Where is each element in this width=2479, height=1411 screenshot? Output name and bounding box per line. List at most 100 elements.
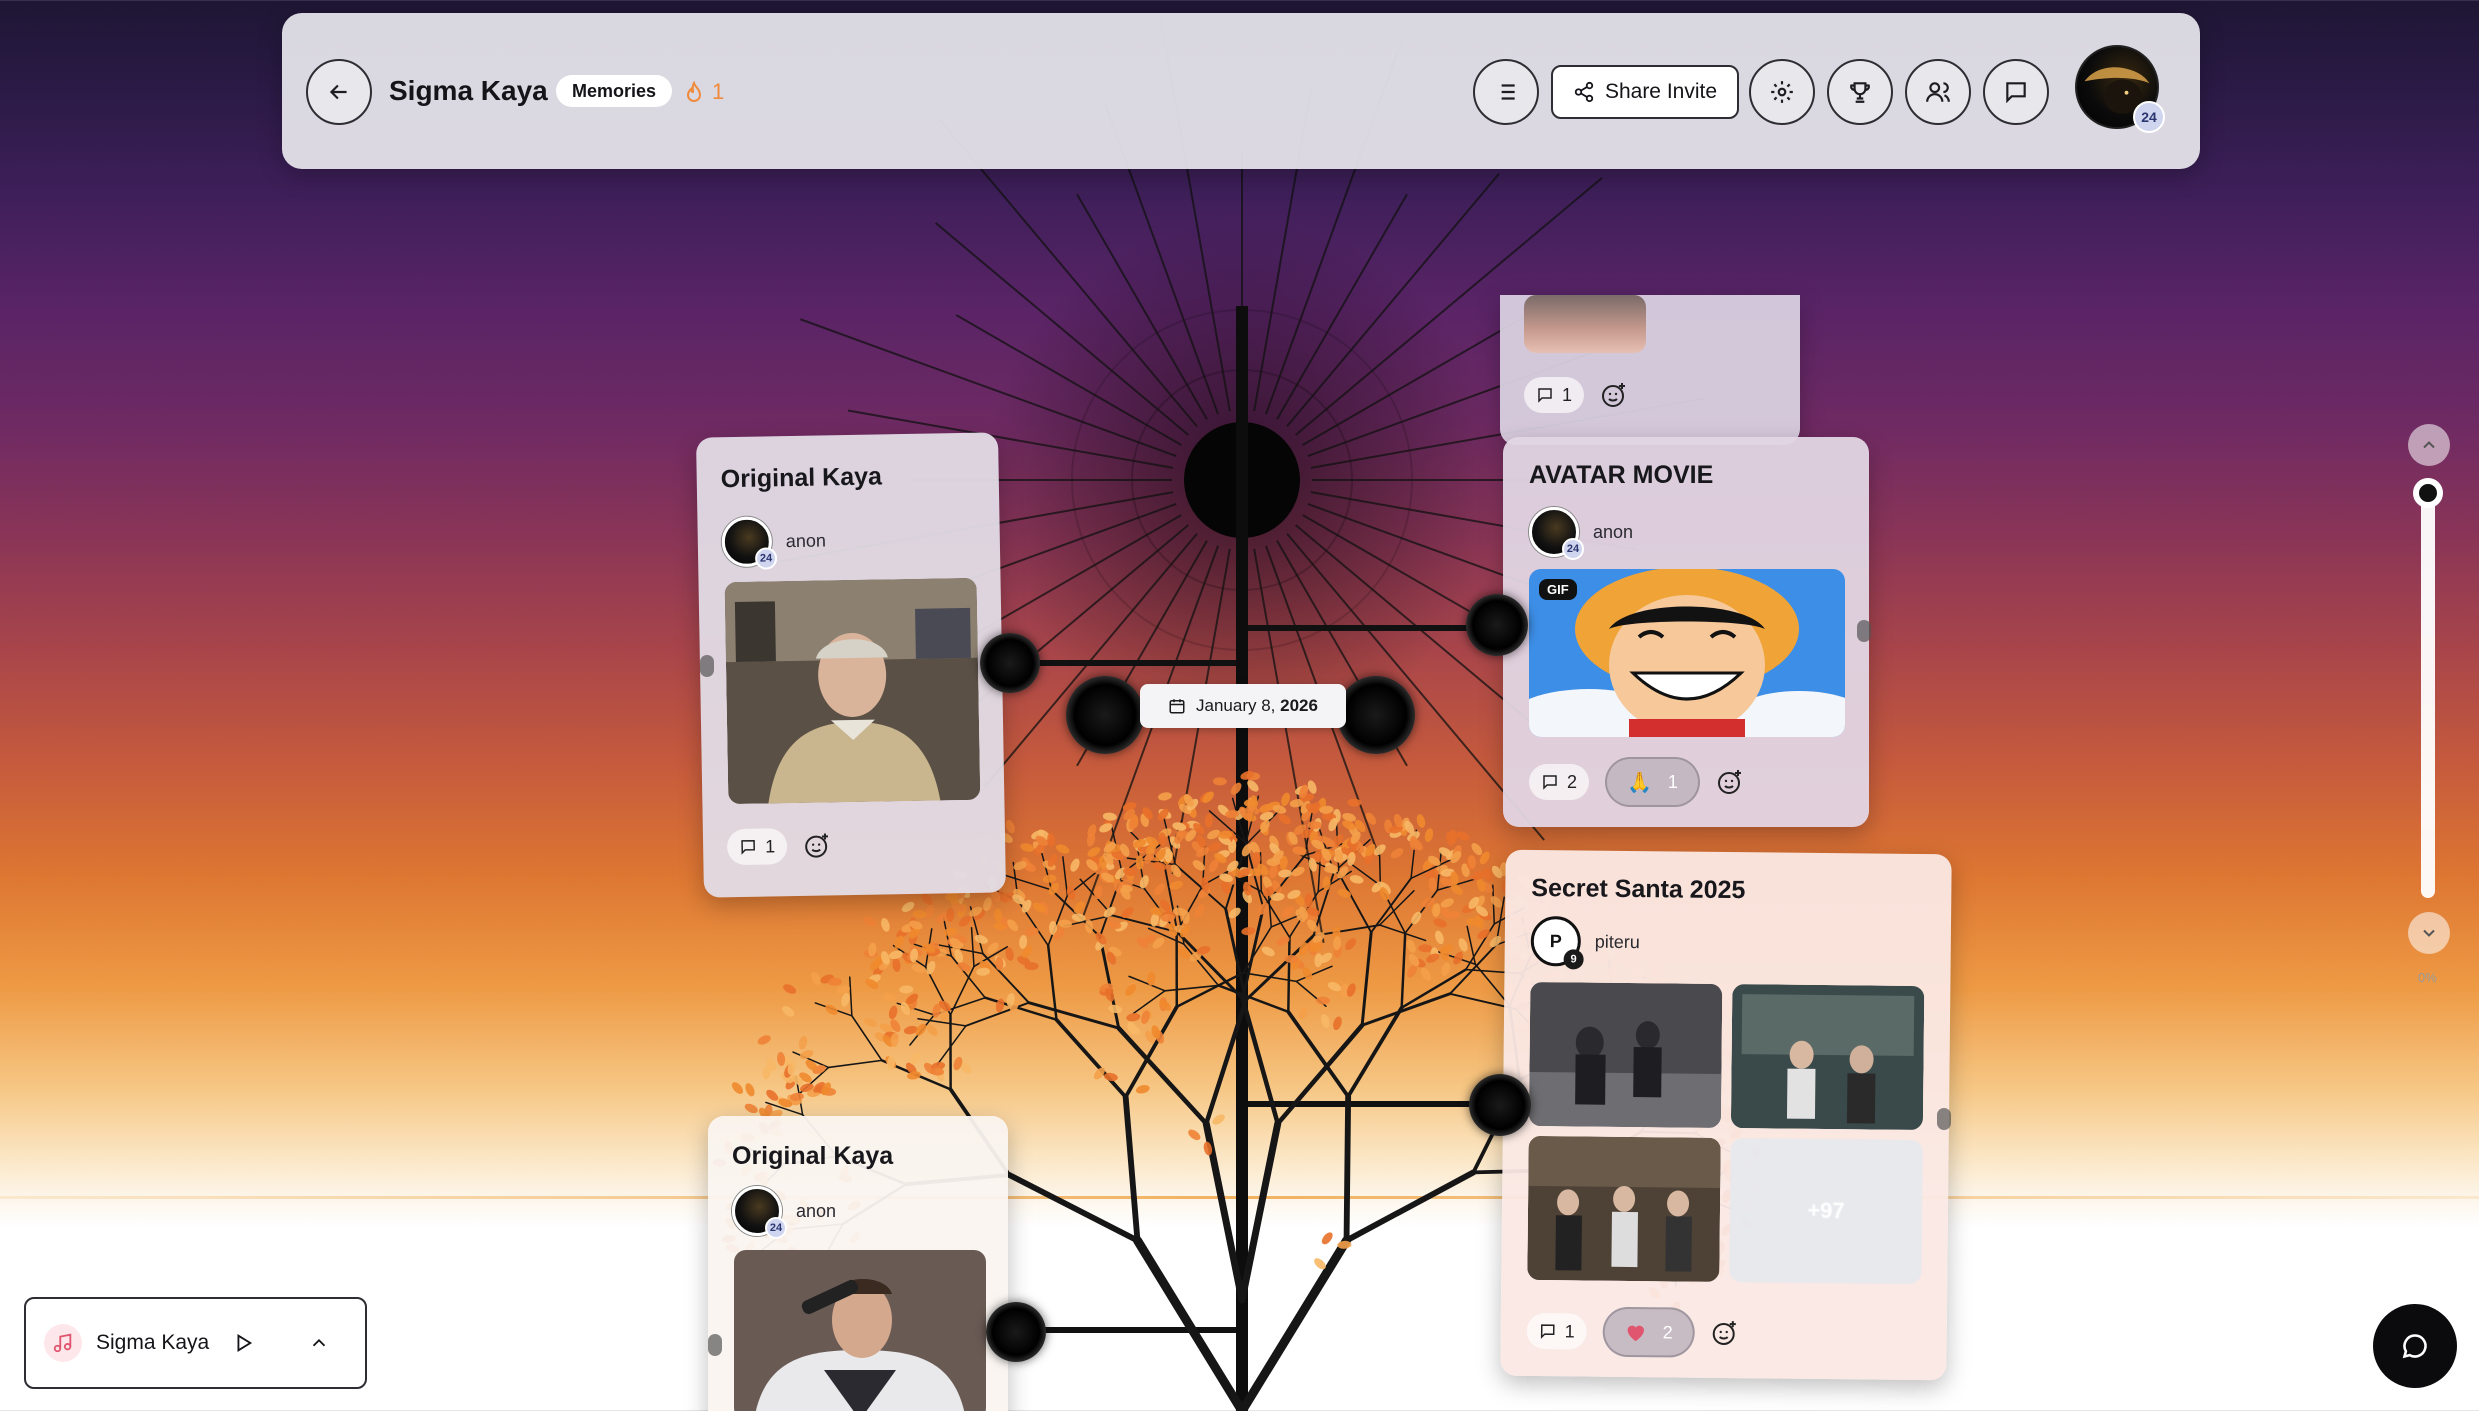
comments-button[interactable]: 2 [1529, 764, 1590, 800]
card-author[interactable]: 24 anon [721, 515, 827, 570]
author-avatar: P 9 [1530, 915, 1584, 970]
comment-icon [741, 839, 755, 855]
list-icon [1497, 84, 1515, 100]
card-author[interactable]: 24 anon [1529, 507, 1634, 560]
memories-badge: Memories [556, 75, 673, 107]
card-photo[interactable] [1528, 981, 1723, 1128]
list-view-button[interactable] [1473, 59, 1539, 125]
author-name: piteru [1594, 931, 1640, 952]
scroll-down-button[interactable] [2408, 912, 2450, 954]
comment-count: 1 [1562, 384, 1573, 405]
arrow-left-icon [329, 84, 347, 100]
card-author[interactable]: 24 anon [732, 1186, 836, 1239]
add-reaction-icon[interactable] [1711, 1319, 1739, 1347]
add-reaction-icon[interactable] [1600, 381, 1628, 409]
card-photo[interactable] [1527, 1135, 1721, 1282]
play-icon[interactable] [232, 1332, 254, 1354]
flame-icon [686, 81, 702, 102]
card-photo[interactable] [1730, 984, 1925, 1131]
top-header-bar: Sigma Kaya Memories 1 Share Invite 24 [282, 13, 2200, 169]
streak-count: 1 [712, 79, 725, 104]
author-name: anon [785, 529, 827, 551]
chevron-up-icon [2423, 441, 2435, 449]
comment-icon [1540, 1324, 1555, 1339]
author-count-badge: 24 [1562, 538, 1584, 560]
comment-icon [1538, 388, 1552, 403]
memory-card-secret-santa[interactable]: Secret Santa 2025 P 9 piteru +97 1 2 [1500, 849, 1952, 1381]
memory-card-partial[interactable]: 1 [1500, 295, 1800, 445]
comment-icon [1543, 775, 1557, 790]
streak-indicator: 1 [684, 79, 724, 105]
card-gif[interactable]: GIF [1529, 569, 1845, 737]
chat-button[interactable] [2373, 1304, 2457, 1388]
date-text: January 8, 2026 [1196, 696, 1318, 715]
chevron-up-icon[interactable] [308, 1332, 330, 1354]
card-connector-nub [700, 655, 714, 677]
photo-person-image [734, 1250, 986, 1411]
author-name: anon [1593, 521, 1634, 542]
card-connector-nub [1857, 620, 1871, 642]
author-avatar: 24 [721, 516, 778, 570]
gif-badge: GIF [1539, 579, 1577, 600]
card-title: AVATAR MOVIE [1529, 461, 1714, 489]
author-count-badge: 24 [754, 547, 778, 570]
user-count-badge: 24 [2133, 101, 2165, 133]
reaction-pill[interactable]: 2 [1602, 1306, 1696, 1358]
card-photo[interactable] [734, 1250, 986, 1411]
reaction-count: 1 [1667, 771, 1678, 792]
trophy-icon [1850, 82, 1870, 103]
more-photos-tile[interactable]: +97 [1729, 1138, 1923, 1285]
timeline-node[interactable] [986, 1302, 1046, 1362]
memory-tree-canvas: Sigma Kaya Memories 1 Share Invite 24 1 … [0, 0, 2479, 1411]
card-title: Original Kaya [720, 462, 883, 494]
comments-button[interactable]: 1 [1524, 377, 1585, 413]
memory-card-original-kaya-2[interactable]: Original Kaya 24 anon [708, 1116, 1008, 1411]
photo-group-image [1730, 984, 1925, 1131]
share-invite-label: Share Invite [1604, 80, 1718, 103]
timeline-node[interactable] [1466, 594, 1528, 656]
music-note-icon [44, 1324, 82, 1362]
message-square-icon [2006, 82, 2026, 104]
pray-emoji-icon: 🙏 [1627, 771, 1652, 794]
comments-button[interactable]: 1 [1526, 1312, 1587, 1350]
add-reaction-icon[interactable] [1716, 768, 1744, 796]
share-invite-button[interactable]: Share Invite [1551, 65, 1739, 119]
page-title: Sigma Kaya [389, 75, 548, 106]
add-reaction-icon[interactable] [803, 831, 831, 859]
author-avatar: 24 [732, 1186, 787, 1239]
messages-button[interactable] [1983, 59, 2049, 125]
author-initial: P [1549, 930, 1562, 951]
card-connector-nub [708, 1334, 722, 1356]
user-avatar[interactable]: 24 [2075, 45, 2165, 133]
timeline-node[interactable] [1066, 676, 1144, 754]
timeline-scroll-handle[interactable] [2413, 478, 2443, 508]
calendar-icon [1169, 699, 1185, 714]
memory-card-original-kaya[interactable]: Original Kaya 24 anon 1 [696, 432, 1006, 898]
chevron-down-icon [2423, 929, 2435, 937]
card-photo[interactable] [724, 577, 981, 805]
timeline-node[interactable] [1337, 676, 1415, 754]
card-author[interactable]: P 9 piteru [1530, 915, 1641, 970]
members-button[interactable] [1905, 59, 1971, 125]
gear-icon [1771, 81, 1793, 103]
memory-card-avatar-movie[interactable]: AVATAR MOVIE 24 anon GIF 2 🙏 1 [1503, 437, 1869, 827]
card-photo[interactable] [1524, 295, 1646, 353]
comment-count: 1 [1564, 1320, 1575, 1341]
card-connector-nub [1937, 1108, 1951, 1130]
scroll-up-button[interactable] [2408, 424, 2450, 466]
timeline-node[interactable] [980, 633, 1040, 693]
comment-count: 1 [764, 835, 776, 857]
timeline-scroll-track[interactable] [2421, 488, 2435, 898]
reaction-pill[interactable]: 🙏 1 [1605, 757, 1700, 807]
back-button[interactable] [306, 59, 372, 125]
comments-button[interactable]: 1 [726, 828, 788, 866]
achievements-button[interactable] [1827, 59, 1893, 125]
timeline-date-label: January 8, 2026 [1140, 684, 1346, 728]
photo-group-image [1528, 981, 1723, 1128]
chat-bubble-icon [2402, 1334, 2427, 1359]
timeline-node[interactable] [1469, 1074, 1531, 1136]
share-icon [1574, 81, 1594, 103]
music-player: Sigma Kaya [24, 1297, 367, 1389]
music-title: Sigma Kaya [96, 1331, 210, 1354]
settings-button[interactable] [1749, 59, 1815, 125]
